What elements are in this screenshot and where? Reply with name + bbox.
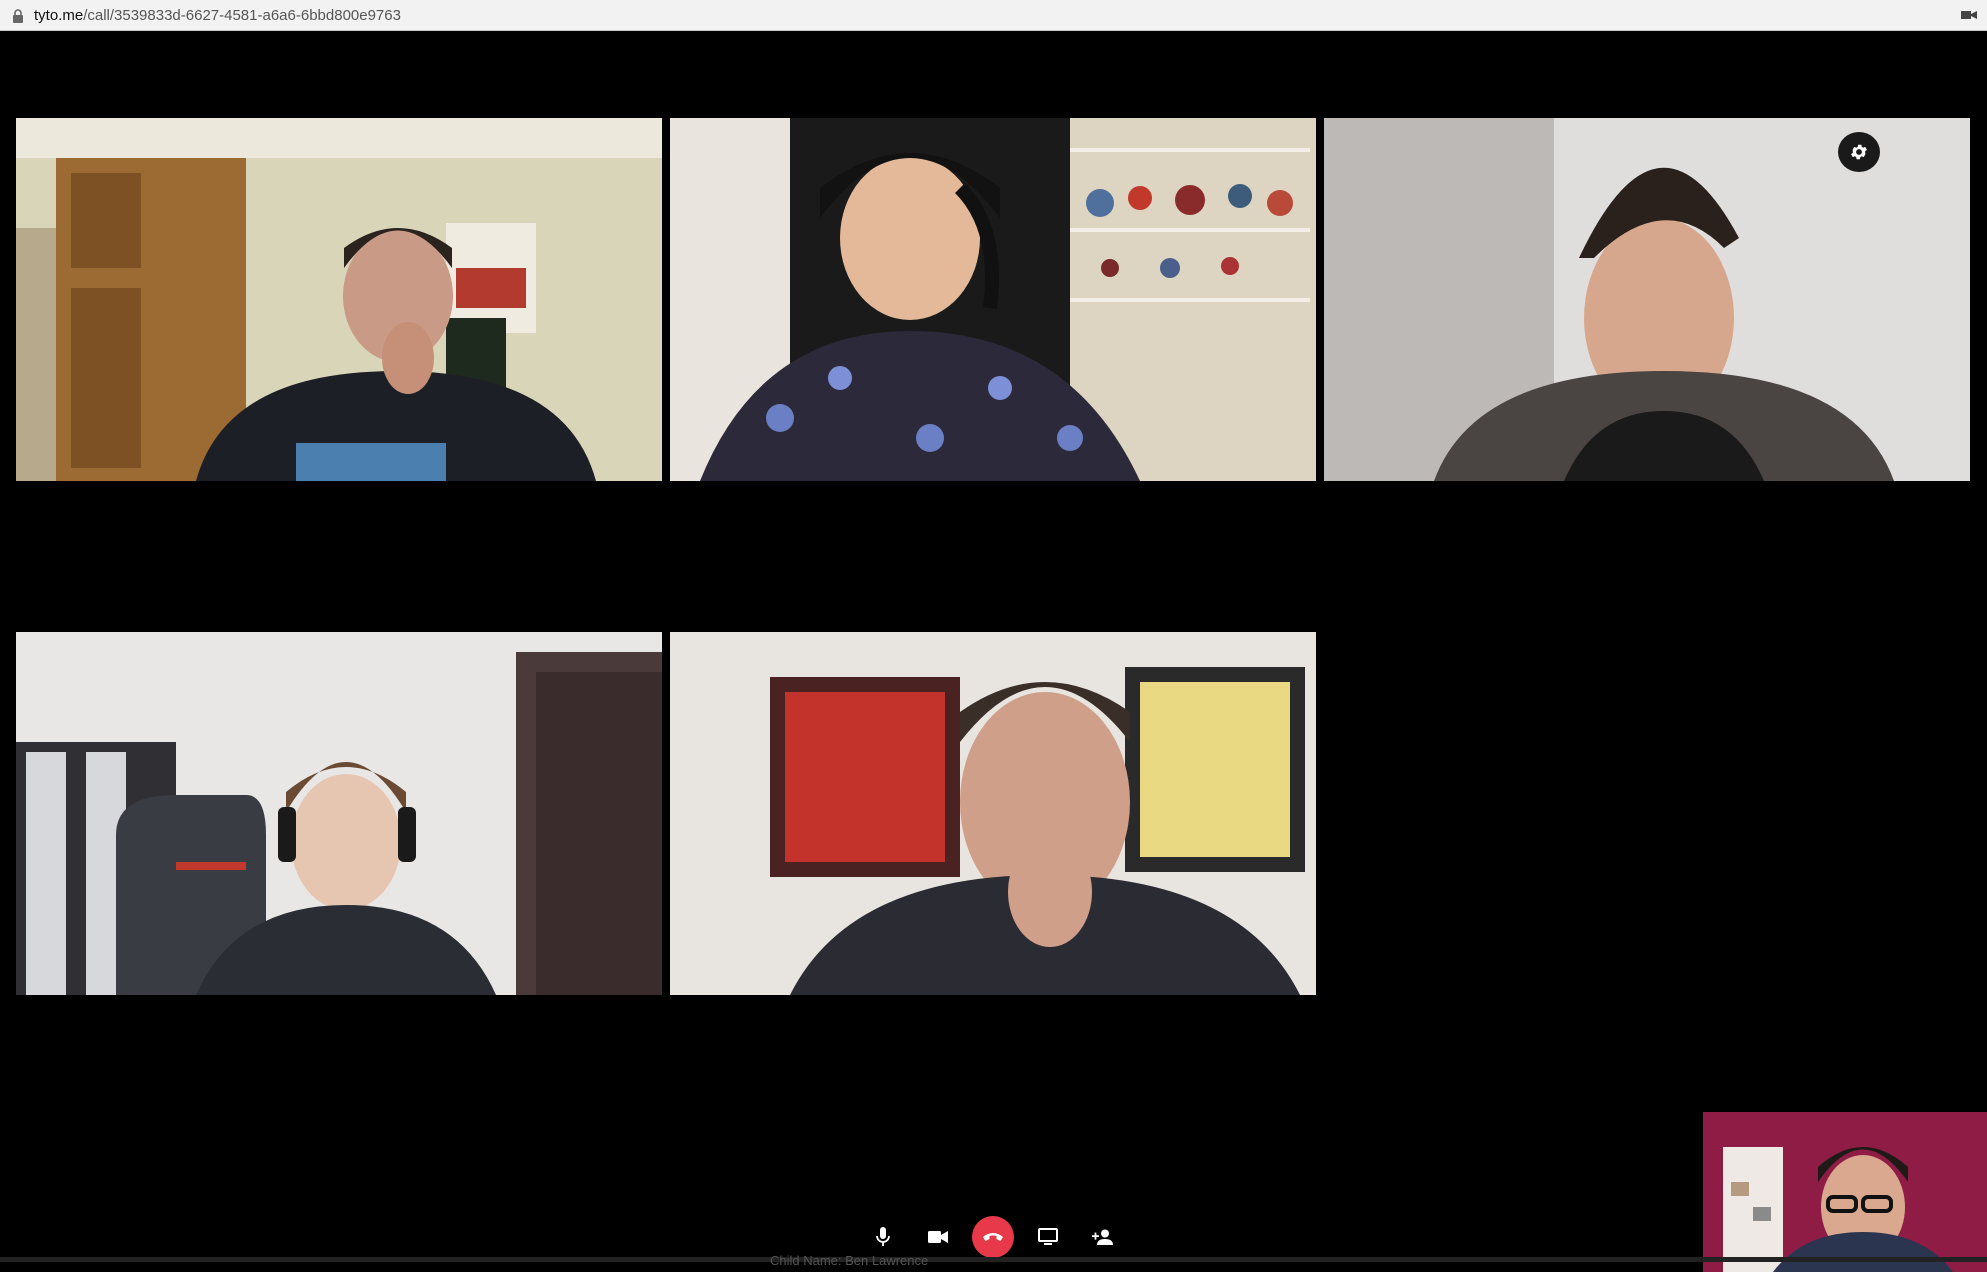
participant-video-5[interactable] — [670, 632, 1316, 995]
url-path: /call/3539833d-6627-4581-a6a6-6bbd800e97… — [83, 7, 401, 24]
url-host: tyto.me — [34, 7, 84, 24]
add-participant-button[interactable] — [1082, 1216, 1124, 1258]
video-camera-icon — [928, 1231, 948, 1243]
phone-hangup-icon — [983, 1233, 1003, 1241]
microphone-button[interactable] — [862, 1216, 904, 1258]
participant-video-5-frame — [670, 632, 1316, 995]
call-controls — [862, 1216, 1122, 1258]
participant-video-4[interactable] — [16, 632, 662, 995]
taskbar-strip — [0, 1257, 1987, 1262]
camera-in-use-icon — [1961, 11, 1977, 19]
participant-video-2[interactable] — [670, 118, 1316, 481]
participant-video-3[interactable] — [1324, 118, 1970, 481]
share-screen-button[interactable] — [1027, 1216, 1069, 1258]
settings-button[interactable] — [1838, 132, 1880, 172]
participant-video-2-frame — [670, 118, 1316, 481]
participant-video-3-frame — [1324, 118, 1970, 481]
monitor-icon — [1038, 1228, 1058, 1245]
url-text[interactable]: tyto.me/call/3539833d-6627-4581-a6a6-6bb… — [34, 7, 401, 24]
browser-address-bar[interactable]: tyto.me/call/3539833d-6627-4581-a6a6-6bb… — [0, 0, 1987, 31]
person-add-icon — [1092, 1229, 1113, 1245]
self-view-frame — [1703, 1112, 1987, 1272]
lock-icon — [13, 9, 23, 23]
gear-icon — [1851, 144, 1867, 160]
call-stage — [0, 31, 1987, 1272]
participant-video-1[interactable] — [16, 118, 662, 481]
camera-button[interactable] — [917, 1216, 959, 1258]
mic-icon — [876, 1227, 890, 1246]
footer-caption: Child Name: Ben Lawrence — [770, 1253, 929, 1268]
self-view-video[interactable] — [1703, 1112, 1987, 1272]
participant-video-1-frame — [16, 118, 662, 481]
hang-up-button[interactable] — [972, 1216, 1014, 1258]
participant-video-4-frame — [16, 632, 662, 995]
